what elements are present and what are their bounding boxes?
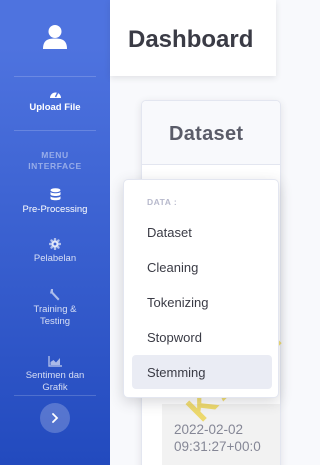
user-icon <box>43 25 67 49</box>
dropdown-item-stemming[interactable]: Stemming <box>132 355 272 389</box>
sidebar-item-pelabelan[interactable]: Pelabelan <box>0 238 110 265</box>
chevron-right-icon <box>52 413 59 423</box>
sidebar-item-label: Sentimen dan Grafik <box>25 370 85 393</box>
card-header: Dataset <box>142 101 280 165</box>
card-title: Dataset <box>169 123 244 145</box>
sidebar-item-upload-file[interactable]: Upload File <box>0 88 110 114</box>
sidebar-divider <box>14 76 96 77</box>
topbar: Dashboard <box>110 0 276 76</box>
sidebar-divider <box>14 395 96 396</box>
sidebar-item-sentimen-grafik[interactable]: Sentimen dan Grafik <box>0 356 110 394</box>
dropdown-item-cleaning[interactable]: Cleaning <box>132 250 272 284</box>
brand-link[interactable] <box>0 0 110 74</box>
sidebar-item-label: Pre-Processing <box>22 204 88 215</box>
gear-icon <box>49 238 61 250</box>
dropdown-header: DATA : <box>147 197 178 207</box>
pre-processing-dropdown: DATA : Dataset Cleaning Tokenizing Stopw… <box>123 179 279 398</box>
sidebar-item-label: Pelabelan <box>33 253 77 264</box>
sidebar-divider <box>14 130 96 131</box>
dropdown-item-stopword[interactable]: Stopword <box>132 320 272 354</box>
sidebar-heading: MENU INTERFACE <box>28 150 82 171</box>
wrench-icon <box>50 289 60 301</box>
chart-area-icon <box>48 356 62 367</box>
page-title: Dashboard <box>128 26 254 53</box>
sidebar-item-label: Training & Testing <box>33 304 77 327</box>
tachometer-icon <box>49 91 61 98</box>
table-cell-timestamp: 2022-02-02 09:31:27+00:0 <box>174 422 261 454</box>
sidebar-item-label: Upload File <box>29 102 81 113</box>
sidebar-item-training-testing[interactable]: Training & Testing <box>0 288 110 328</box>
sidebar-item-pre-processing[interactable]: Pre-Processing <box>0 188 110 216</box>
sidebar: Upload File MENU INTERFACE Pre-Processin… <box>0 0 110 465</box>
dropdown-item-dataset[interactable]: Dataset <box>132 215 272 249</box>
dropdown-item-tokenizing[interactable]: Tokenizing <box>132 285 272 319</box>
sidebar-toggle-button[interactable] <box>40 403 70 433</box>
database-icon <box>50 188 60 201</box>
